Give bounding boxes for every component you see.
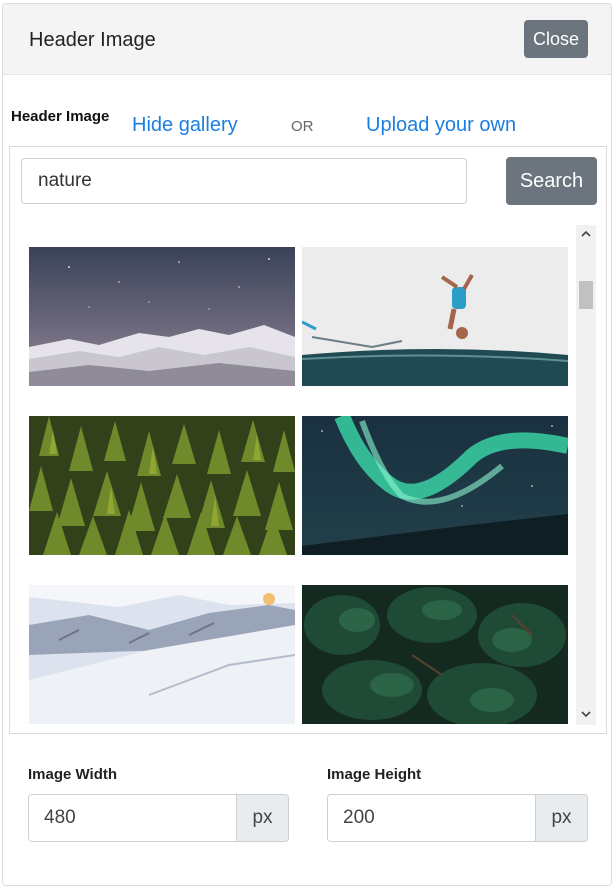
dialog-header: Header Image Close <box>3 4 611 75</box>
gallery-grid <box>10 225 576 725</box>
image-width-group: 480 px <box>28 794 289 842</box>
gallery-scrollbar[interactable] <box>576 225 596 725</box>
image-width-unit: px <box>236 795 288 841</box>
search-button[interactable]: Search <box>506 157 597 205</box>
or-separator: OR <box>291 118 314 135</box>
image-height-unit: px <box>535 795 587 841</box>
image-height-group: 200 px <box>327 794 588 842</box>
image-width-input[interactable]: 480 <box>29 795 238 841</box>
gallery-image-snowy-slope[interactable] <box>29 585 295 724</box>
chevron-down-icon[interactable] <box>576 705 596 725</box>
chevron-up-icon[interactable] <box>576 225 596 245</box>
gallery-image-evergreen[interactable] <box>302 585 568 724</box>
search-input[interactable]: nature <box>21 158 467 204</box>
scrollbar-thumb[interactable] <box>579 281 593 309</box>
header-image-label: Header Image <box>11 108 110 125</box>
image-gallery: nature Search <box>9 146 607 734</box>
image-height-input[interactable]: 200 <box>328 795 537 841</box>
hide-gallery-link[interactable]: Hide gallery <box>132 114 238 137</box>
gallery-image-mountains-night[interactable] <box>29 247 295 386</box>
dialog-title: Header Image <box>29 29 156 51</box>
gallery-image-pine-forest[interactable] <box>29 416 295 555</box>
gallery-image-cliff-jump[interactable] <box>302 247 568 386</box>
upload-your-own-link[interactable]: Upload your own <box>366 114 516 137</box>
close-button[interactable]: Close <box>524 20 588 58</box>
image-height-label: Image Height <box>327 766 422 783</box>
header-image-dialog: Header Image Close Header Image Hide gal… <box>2 3 612 886</box>
image-width-label: Image Width <box>28 766 118 783</box>
gallery-image-aurora[interactable] <box>302 416 568 555</box>
